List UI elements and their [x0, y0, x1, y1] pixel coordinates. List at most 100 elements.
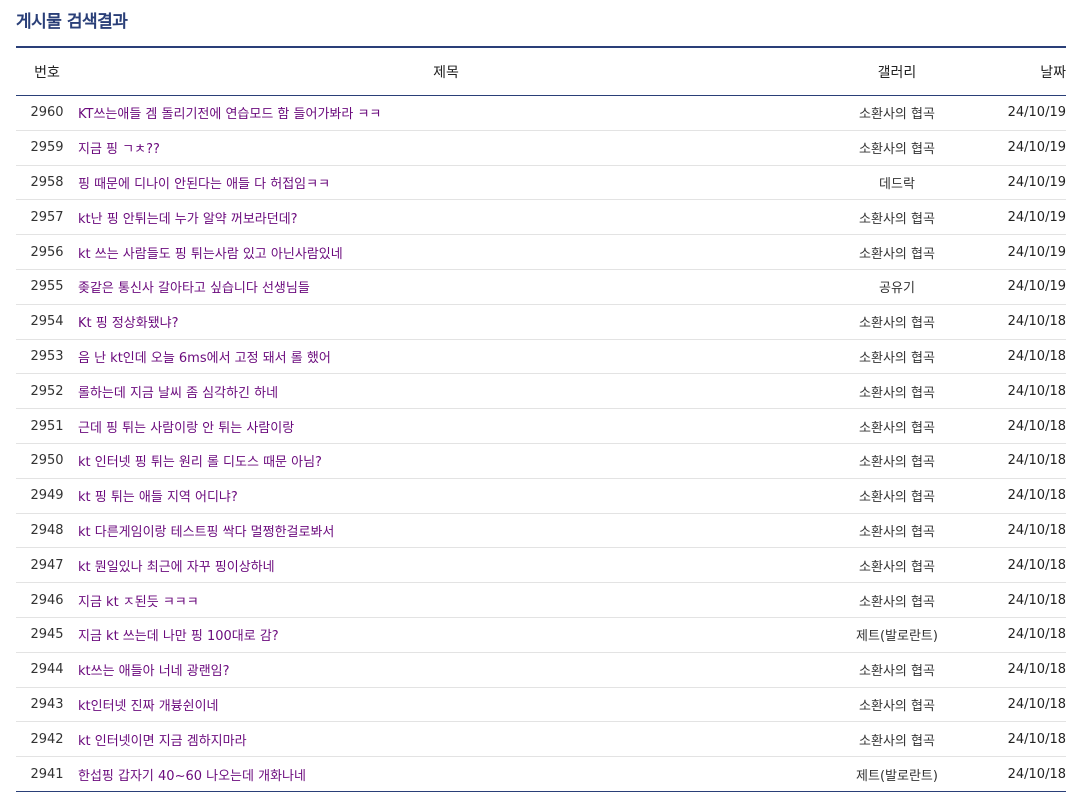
table-row[interactable]: 2960 KT쓰는애들 겜 돌리기전에 연습모드 함 들어가봐라 ㅋㅋ 소환사의 협… [16, 95, 1066, 131]
post-subject-link[interactable]: kt쓰는 애들아 너네 광랜임? [78, 664, 230, 679]
post-subject-link[interactable]: kt 다른게임이랑 테스트핑 싹다 멀쩡한걸로봐서 [78, 525, 334, 540]
post-subject-link[interactable]: kt 인터넷이면 지금 겜하지마라 [78, 734, 247, 749]
column-header-gallery: 갤러리 [814, 47, 980, 96]
gallery-link[interactable]: 소환사의 협곡 [859, 107, 935, 122]
table-row[interactable]: 2945 지금 kt 쓰는데 나만 핑 100대로 감? 제트(발로란트) 24/10… [16, 617, 1066, 653]
post-subject-cell: 근데 핑 튀는 사람이랑 안 튀는 사람이랑 [78, 408, 814, 444]
gallery-cell: 소환사의 협곡 [814, 304, 980, 340]
post-date: 24/10/19 [980, 199, 1066, 236]
post-number: 2955 [16, 269, 78, 305]
table-row[interactable]: 2943 kt인터넷 진짜 개븅쉰이네 소환사의 협곡 24/10/18 [16, 687, 1066, 723]
post-subject-cell: kt쓰는 애들아 너네 광랜임? [78, 652, 814, 688]
table-row[interactable]: 2955 좆같은 통신사 갈아타고 싶습니다 선생님들 공유기 24/10/19 [16, 269, 1066, 305]
gallery-cell: 소환사의 협곡 [814, 408, 980, 444]
post-subject-link[interactable]: kt난 핑 안튀는데 누가 알약 꺼보라던데? [78, 212, 298, 227]
gallery-link[interactable]: 소환사의 협곡 [859, 421, 935, 436]
gallery-cell: 소환사의 협곡 [814, 95, 980, 131]
post-subject-link[interactable]: kt 쓰는 사람들도 핑 튀는사람 있고 아닌사람있네 [78, 247, 343, 262]
post-subject-link[interactable]: Kt 핑 정상화됐냐? [78, 316, 179, 331]
table-row[interactable]: 2951 근데 핑 튀는 사람이랑 안 튀는 사람이랑 소환사의 협곡 24/10/1… [16, 408, 1066, 444]
gallery-link[interactable]: 소환사의 협곡 [859, 560, 935, 575]
table-row[interactable]: 2953 음 난 kt인데 오늘 6ms에서 고정 돼서 롤 했어 소환사의 협곡 2… [16, 339, 1066, 375]
gallery-link[interactable]: 소환사의 협곡 [859, 247, 935, 262]
post-date: 24/10/19 [980, 165, 1066, 201]
table-body: 2960 KT쓰는애들 겜 돌리기전에 연습모드 함 들어가봐라 ㅋㅋ 소환사의 협… [16, 95, 1066, 792]
gallery-link[interactable]: 소환사의 협곡 [859, 525, 935, 540]
post-subject-link[interactable]: kt 핑 튀는 애들 지역 어디냐? [78, 490, 238, 505]
post-date: 24/10/18 [980, 408, 1066, 444]
table-row[interactable]: 2958 핑 때문에 디나이 안된다는 애들 다 허접임ㅋㅋ 데드락 24/10/19 [16, 165, 1066, 201]
gallery-link[interactable]: 소환사의 협곡 [859, 386, 935, 401]
post-subject-link[interactable]: 근데 핑 튀는 사람이랑 안 튀는 사람이랑 [78, 421, 294, 436]
table-row[interactable]: 2947 kt 뭔일있나 최근에 자꾸 핑이상하네 소환사의 협곡 24/10/18 [16, 547, 1066, 584]
table-row[interactable]: 2957 kt난 핑 안튀는데 누가 알약 꺼보라던데? 소환사의 협곡 24/10/… [16, 199, 1066, 236]
column-header-num: 번호 [16, 47, 78, 96]
gallery-link[interactable]: 소환사의 협곡 [859, 142, 935, 157]
post-subject-cell: 지금 kt 쓰는데 나만 핑 100대로 감? [78, 617, 814, 653]
post-number: 2948 [16, 513, 78, 549]
gallery-link[interactable]: 소환사의 협곡 [859, 316, 935, 331]
post-subject-cell: 좆같은 통신사 갈아타고 싶습니다 선생님들 [78, 269, 814, 305]
post-date: 24/10/18 [980, 304, 1066, 340]
post-number: 2943 [16, 687, 78, 723]
post-subject-link[interactable]: 핑 때문에 디나이 안된다는 애들 다 허접임ㅋㅋ [78, 177, 330, 192]
gallery-link[interactable]: 소환사의 협곡 [859, 490, 935, 505]
post-subject-link[interactable]: kt 뭔일있나 최근에 자꾸 핑이상하네 [78, 560, 275, 575]
table-row[interactable]: 2959 지금 핑 ㄱㅊ?? 소환사의 협곡 24/10/19 [16, 130, 1066, 166]
post-subject-cell: kt 뭔일있나 최근에 자꾸 핑이상하네 [78, 547, 814, 584]
table-row[interactable]: 2942 kt 인터넷이면 지금 겜하지마라 소환사의 협곡 24/10/18 [16, 721, 1066, 758]
post-subject-link[interactable]: 롤하는데 지금 날씨 좀 심각하긴 하네 [78, 386, 278, 401]
gallery-cell: 소환사의 협곡 [814, 443, 980, 479]
table-row[interactable]: 2941 한섭핑 갑자기 40~60 나오는데 개화나네 제트(발로란트) 24/10… [16, 757, 1066, 792]
post-subject-link[interactable]: 지금 핑 ㄱㅊ?? [78, 142, 160, 157]
table-row[interactable]: 2952 롤하는데 지금 날씨 좀 심각하긴 하네 소환사의 협곡 24/10/18 [16, 373, 1066, 410]
table-row[interactable]: 2949 kt 핑 튀는 애들 지역 어디냐? 소환사의 협곡 24/10/18 [16, 478, 1066, 514]
table-row[interactable]: 2956 kt 쓰는 사람들도 핑 튀는사람 있고 아닌사람있네 소환사의 협곡 24… [16, 234, 1066, 270]
table-row[interactable]: 2946 지금 kt ㅈ된듯 ㅋㅋㅋ 소환사의 협곡 24/10/18 [16, 582, 1066, 618]
table-row[interactable]: 2954 Kt 핑 정상화됐냐? 소환사의 협곡 24/10/18 [16, 304, 1066, 340]
table-row[interactable]: 2948 kt 다른게임이랑 테스트핑 싹다 멀쩡한걸로봐서 소환사의 협곡 24/1… [16, 513, 1066, 549]
post-number: 2950 [16, 443, 78, 479]
post-date: 24/10/18 [980, 513, 1066, 549]
post-number: 2959 [16, 130, 78, 166]
gallery-link[interactable]: 소환사의 협곡 [859, 455, 935, 470]
gallery-link[interactable]: 소환사의 협곡 [859, 351, 935, 366]
column-header-subject: 제목 [78, 47, 814, 96]
gallery-link[interactable]: 데드락 [879, 177, 915, 192]
search-results-page: 게시물 검색결과 번호 제목 갤러리 날짜 2960 KT쓰는애들 겜 돌리기전에… [0, 0, 1077, 792]
gallery-link[interactable]: 공유기 [879, 281, 915, 296]
gallery-cell: 소환사의 협곡 [814, 687, 980, 723]
post-subject-link[interactable]: 한섭핑 갑자기 40~60 나오는데 개화나네 [78, 769, 306, 784]
post-date: 24/10/19 [980, 95, 1066, 131]
post-number: 2958 [16, 165, 78, 201]
gallery-link[interactable]: 소환사의 협곡 [859, 212, 935, 227]
post-number: 2942 [16, 721, 78, 758]
post-number: 2956 [16, 234, 78, 270]
post-subject-link[interactable]: 음 난 kt인데 오늘 6ms에서 고정 돼서 롤 했어 [78, 351, 331, 366]
post-number: 2957 [16, 199, 78, 236]
post-subject-link[interactable]: KT쓰는애들 겜 돌리기전에 연습모드 함 들어가봐라 ㅋㅋ [78, 107, 381, 122]
post-subject-cell: 지금 핑 ㄱㅊ?? [78, 130, 814, 166]
gallery-link[interactable]: 소환사의 협곡 [859, 595, 935, 610]
post-subject-cell: kt 쓰는 사람들도 핑 튀는사람 있고 아닌사람있네 [78, 234, 814, 270]
gallery-cell: 제트(발로란트) [814, 617, 980, 653]
post-date: 24/10/18 [980, 478, 1066, 514]
post-subject-link[interactable]: 지금 kt ㅈ된듯 ㅋㅋㅋ [78, 595, 199, 610]
gallery-link[interactable]: 소환사의 협곡 [859, 734, 935, 749]
post-date: 24/10/18 [980, 339, 1066, 375]
gallery-link[interactable]: 소환사의 협곡 [859, 699, 935, 714]
gallery-link[interactable]: 제트(발로란트) [856, 629, 938, 644]
gallery-link[interactable]: 제트(발로란트) [856, 769, 938, 784]
post-number: 2941 [30, 766, 64, 782]
gallery-link[interactable]: 소환사의 협곡 [859, 664, 935, 679]
post-subject-link[interactable]: kt인터넷 진짜 개븅쉰이네 [78, 699, 219, 714]
post-date: 24/10/19 [980, 269, 1066, 305]
post-subject-link[interactable]: 좆같은 통신사 갈아타고 싶습니다 선생님들 [78, 281, 310, 296]
post-subject-cell: kt인터넷 진짜 개븅쉰이네 [78, 687, 814, 723]
post-subject-link[interactable]: kt 인터넷 핑 튀는 원리 롤 디도스 때문 아님? [78, 455, 322, 470]
table-row[interactable]: 2944 kt쓰는 애들아 너네 광랜임? 소환사의 협곡 24/10/18 [16, 652, 1066, 688]
post-subject-link[interactable]: 지금 kt 쓰는데 나만 핑 100대로 감? [78, 629, 279, 644]
table-row[interactable]: 2950 kt 인터넷 핑 튀는 원리 롤 디도스 때문 아님? 소환사의 협곡 24… [16, 443, 1066, 479]
gallery-cell: 소환사의 협곡 [814, 373, 980, 410]
gallery-cell: 소환사의 협곡 [814, 478, 980, 514]
